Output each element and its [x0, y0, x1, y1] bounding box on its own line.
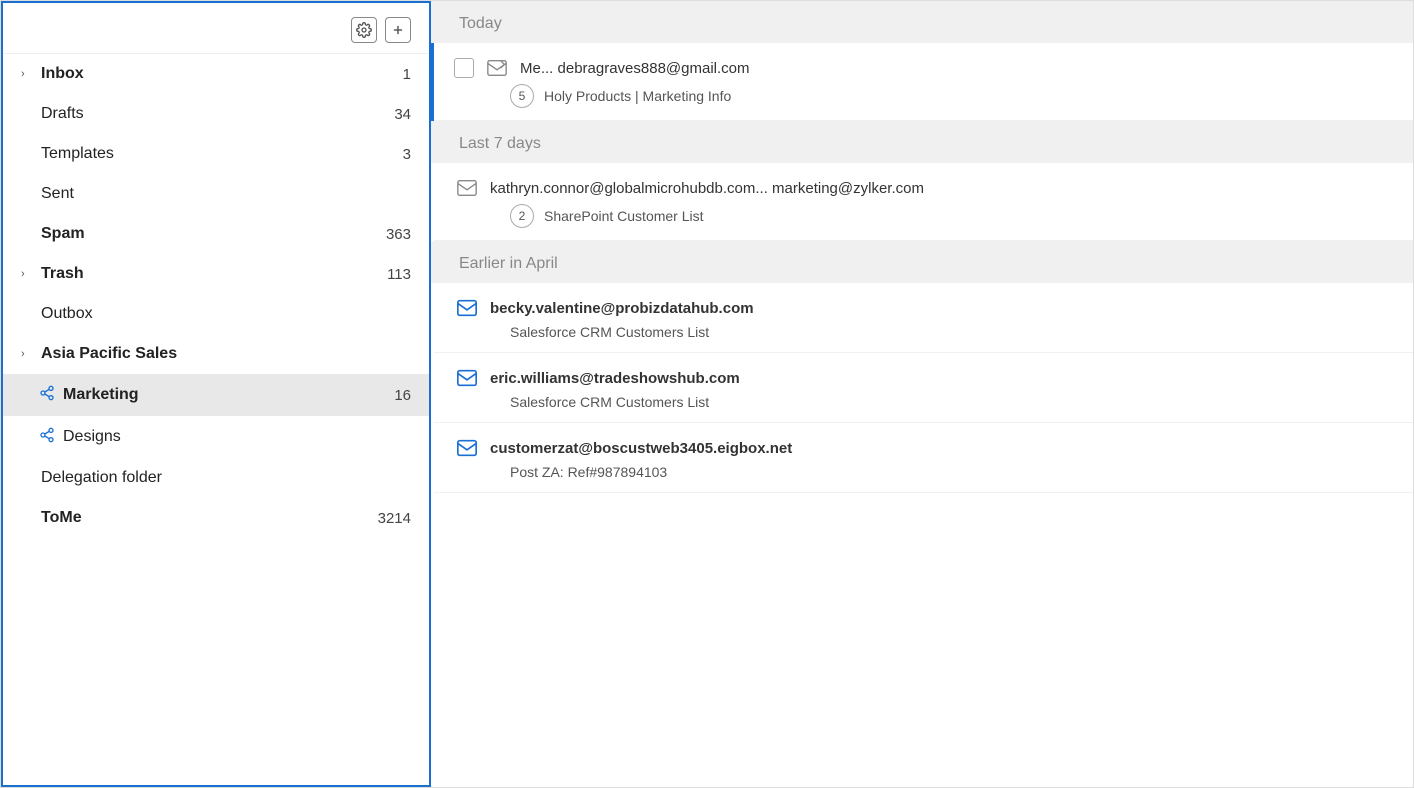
sidebar-item-templates[interactable]: Templates3	[3, 134, 429, 174]
email-subject: Post ZA: Ref#987894103	[510, 464, 667, 480]
chevron-right-icon: ›	[21, 68, 33, 80]
sidebar-item-outbox[interactable]: Outbox	[3, 294, 429, 334]
add-folder-button[interactable]	[385, 17, 411, 43]
folder-count: 34	[394, 106, 411, 123]
email-subject: Holy Products | Marketing Info	[544, 88, 731, 104]
folder-count: 3214	[378, 510, 411, 527]
sidebar-item-trash[interactable]: › Trash113	[3, 254, 429, 294]
folder-count: 1	[403, 66, 411, 83]
email-row-bottom: Post ZA: Ref#987894103	[454, 464, 1385, 480]
folder-label: Sent	[41, 185, 411, 203]
email-type-icon	[454, 435, 480, 461]
email-row-bottom: 2 SharePoint Customer List	[454, 204, 1385, 228]
sidebar-item-inbox[interactable]: › Inbox1	[3, 54, 429, 94]
email-subject: Salesforce CRM Customers List	[510, 324, 709, 340]
email-type-icon	[454, 175, 480, 201]
folder-label: Delegation folder	[41, 469, 411, 487]
email-sender: eric.williams@tradeshowshub.com	[490, 370, 1385, 387]
email-sender: Me... debragraves888@gmail.com	[520, 60, 1385, 77]
gear-button[interactable]	[351, 17, 377, 43]
folder-label: Spam	[41, 225, 386, 243]
sidebar-item-drafts[interactable]: Drafts34	[3, 94, 429, 134]
folder-label: Designs	[63, 428, 411, 446]
folder-count: 16	[394, 387, 411, 404]
email-count-badge: 5	[510, 84, 534, 108]
email-subject: SharePoint Customer List	[544, 208, 704, 224]
sidebar-item-sent[interactable]: Sent	[3, 174, 429, 214]
folder-count: 3	[403, 146, 411, 163]
email-row-top: customerzat@boscustweb3405.eigbox.net	[454, 435, 1385, 461]
folder-list: ›Inbox1Drafts34Templates3SentSpam363›Tra…	[3, 54, 429, 538]
email-subject: Salesforce CRM Customers List	[510, 394, 709, 410]
email-type-icon	[484, 55, 510, 81]
gear-icon	[356, 22, 372, 38]
sidebar-item-delegation[interactable]: Delegation folder	[3, 458, 429, 498]
email-row-bottom: Salesforce CRM Customers List	[454, 394, 1385, 410]
email-sender: becky.valentine@probizdatahub.com	[490, 300, 1385, 317]
email-row-top: eric.williams@tradeshowshub.com	[454, 365, 1385, 391]
email-item[interactable]: becky.valentine@probizdatahub.com Salesfo…	[434, 283, 1413, 353]
folder-label: Templates	[41, 145, 403, 163]
email-row-top: Me... debragraves888@gmail.com	[454, 55, 1385, 81]
section-header-today: Today	[431, 1, 1413, 43]
plus-icon	[391, 23, 405, 37]
folder-label: ToMe	[41, 509, 378, 527]
email-sender: kathryn.connor@globalmicrohubdb.com... m…	[490, 180, 1385, 197]
email-type-icon	[454, 295, 480, 321]
email-item[interactable]: Me... debragraves888@gmail.com 5 Holy Prod…	[434, 43, 1413, 121]
chevron-right-icon: ›	[21, 268, 33, 280]
email-section-last7days: Last 7 days kathryn.connor@globalmicrohu…	[431, 121, 1413, 241]
sidebar-header	[3, 3, 429, 54]
sidebar-icon-group	[351, 17, 411, 43]
email-item[interactable]: customerzat@boscustweb3405.eigbox.net Pos…	[434, 423, 1413, 493]
email-section-today: Today Me... debragraves888@gmail.com 5 Hol…	[431, 1, 1413, 121]
folder-label: Trash	[41, 265, 387, 283]
sidebar-item-marketing[interactable]: Marketing16	[3, 374, 429, 416]
email-type-icon	[454, 365, 480, 391]
email-item[interactable]: kathryn.connor@globalmicrohubdb.com... m…	[434, 163, 1413, 241]
folder-count: 113	[387, 266, 411, 283]
folder-label: Marketing	[63, 386, 394, 404]
sidebar: ›Inbox1Drafts34Templates3SentSpam363›Tra…	[1, 1, 431, 787]
email-group-earlier-april: becky.valentine@probizdatahub.com Salesfo…	[431, 283, 1413, 493]
folder-label: Outbox	[41, 305, 411, 323]
email-sender: customerzat@boscustweb3405.eigbox.net	[490, 440, 1385, 457]
email-sections: Today Me... debragraves888@gmail.com 5 Hol…	[431, 1, 1413, 493]
email-row-top: becky.valentine@probizdatahub.com	[454, 295, 1385, 321]
folder-label: Drafts	[41, 105, 394, 123]
main-content: Today Me... debragraves888@gmail.com 5 Hol…	[431, 1, 1413, 787]
section-header-earlier-april: Earlier in April	[431, 241, 1413, 283]
email-item[interactable]: eric.williams@tradeshowshub.com Salesforc…	[434, 353, 1413, 423]
sidebar-item-asia-pacific[interactable]: › Asia Pacific Sales	[3, 334, 429, 374]
email-section-earlier-april: Earlier in April becky.valentine@probizd…	[431, 241, 1413, 493]
app-container: ›Inbox1Drafts34Templates3SentSpam363›Tra…	[0, 0, 1414, 788]
sidebar-item-spam[interactable]: Spam363	[3, 214, 429, 254]
email-count-badge: 2	[510, 204, 534, 228]
sidebar-item-designs[interactable]: Designs	[3, 416, 429, 458]
folder-count: 363	[386, 226, 411, 243]
share-icon	[39, 385, 55, 405]
email-row-bottom: 5 Holy Products | Marketing Info	[454, 84, 1385, 108]
email-row-top: kathryn.connor@globalmicrohubdb.com... m…	[454, 175, 1385, 201]
email-row-bottom: Salesforce CRM Customers List	[454, 324, 1385, 340]
email-group-last7days: kathryn.connor@globalmicrohubdb.com... m…	[431, 163, 1413, 241]
sidebar-item-tome[interactable]: ToMe3214	[3, 498, 429, 538]
folder-label: Inbox	[41, 65, 403, 83]
email-checkbox[interactable]	[454, 58, 474, 78]
chevron-right-icon: ›	[21, 348, 33, 360]
email-group-today: Me... debragraves888@gmail.com 5 Holy Prod…	[431, 43, 1413, 121]
share-icon	[39, 427, 55, 447]
section-header-last7days: Last 7 days	[431, 121, 1413, 163]
folder-label: Asia Pacific Sales	[41, 345, 411, 363]
